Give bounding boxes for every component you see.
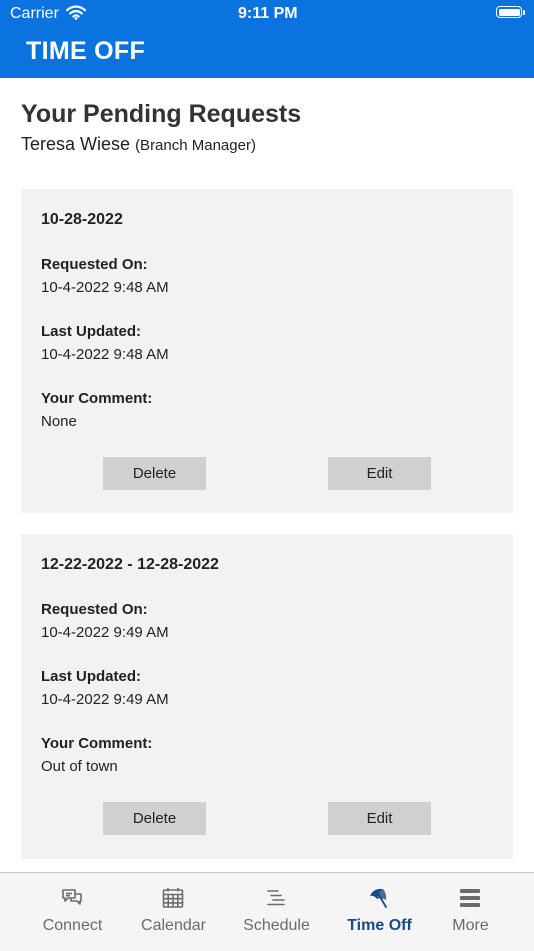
status-bar: Carrier 9:11 PM xyxy=(0,0,534,30)
comment-value: None xyxy=(41,413,77,430)
page-title: Your Pending Requests xyxy=(21,100,302,128)
chat-bubbles-icon xyxy=(60,886,84,910)
delete-button[interactable]: Delete xyxy=(103,802,206,835)
app-header: Carrier 9:11 PM TIME OFF xyxy=(0,0,534,78)
tab-label: Schedule xyxy=(243,917,310,934)
tab-calendar[interactable]: Calendar xyxy=(120,873,227,951)
comment-value: Out of town xyxy=(41,758,118,775)
menu-bars-icon xyxy=(458,886,482,910)
request-date: 12-22-2022 - 12-28-2022 xyxy=(41,556,219,573)
requested-on-value: 10-4-2022 9:48 AM xyxy=(41,279,169,296)
tab-label: More xyxy=(452,917,489,934)
beach-umbrella-icon xyxy=(367,886,391,910)
screen-title: TIME OFF xyxy=(26,37,146,65)
last-updated-label: Last Updated: xyxy=(41,668,142,685)
comment-label: Your Comment: xyxy=(41,735,153,752)
tab-more[interactable]: More xyxy=(417,873,524,951)
user-role: (Branch Manager) xyxy=(135,137,256,154)
delete-button[interactable]: Delete xyxy=(103,457,206,490)
carrier-label: Carrier xyxy=(10,5,59,22)
request-date: 10-28-2022 xyxy=(41,211,123,228)
requested-on-label: Requested On: xyxy=(41,256,148,273)
last-updated-value: 10-4-2022 9:48 AM xyxy=(41,346,169,363)
tab-schedule[interactable]: Schedule xyxy=(223,873,330,951)
user-info: Teresa Wiese (Branch Manager) xyxy=(21,134,256,155)
battery-tip xyxy=(523,10,525,15)
request-card: 10-28-2022 Requested On: 10-4-2022 9:48 … xyxy=(21,189,513,513)
last-updated-label: Last Updated: xyxy=(41,323,142,340)
requested-on-value: 10-4-2022 9:49 AM xyxy=(41,624,169,641)
edit-button[interactable]: Edit xyxy=(328,802,431,835)
last-updated-value: 10-4-2022 9:49 AM xyxy=(41,691,169,708)
tab-connect[interactable]: Connect xyxy=(19,873,126,951)
tab-label: Connect xyxy=(42,917,103,934)
wifi-icon xyxy=(65,5,87,25)
battery-icon xyxy=(496,6,522,18)
tab-label: Calendar xyxy=(141,917,206,934)
status-time: 9:11 PM xyxy=(238,5,298,22)
tab-bar: Connect Calendar Schedule Time Off More xyxy=(0,872,534,951)
request-card: 12-22-2022 - 12-28-2022 Requested On: 10… xyxy=(21,534,513,859)
edit-button[interactable]: Edit xyxy=(328,457,431,490)
requested-on-label: Requested On: xyxy=(41,601,148,618)
calendar-icon xyxy=(161,886,185,910)
user-name: Teresa Wiese xyxy=(21,134,131,154)
schedule-lines-icon xyxy=(264,886,288,910)
comment-label: Your Comment: xyxy=(41,390,153,407)
